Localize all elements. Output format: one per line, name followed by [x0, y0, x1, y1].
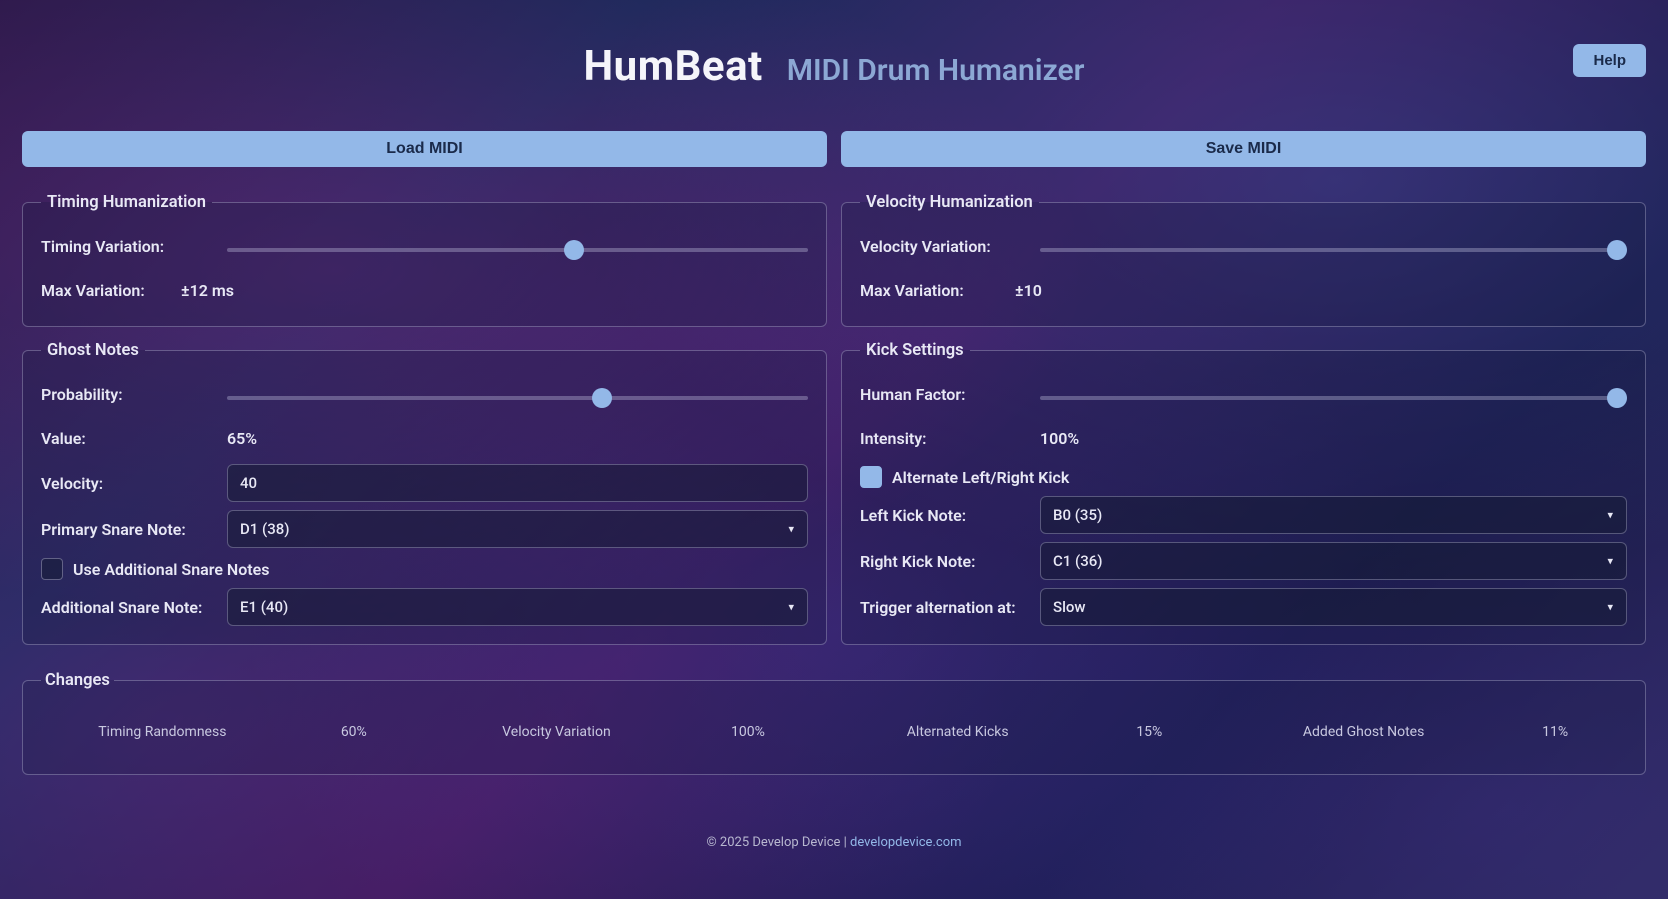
load-midi-button[interactable]: Load MIDI — [22, 131, 827, 167]
kick-alternate-checkbox[interactable] — [860, 466, 882, 488]
ghost-panel: Ghost Notes Probability: Value: 65% Velo… — [22, 341, 827, 645]
stat-value: 100% — [731, 724, 765, 740]
velocity-panel: Velocity Humanization Velocity Variation… — [841, 193, 1646, 327]
stat-label: Velocity Variation — [502, 724, 611, 740]
kick-legend: Kick Settings — [860, 341, 970, 360]
kick-human-label: Human Factor: — [860, 385, 1030, 404]
footer: © 2025 Develop Device | developdevice.co… — [22, 835, 1646, 850]
ghost-primary-label: Primary Snare Note: — [41, 520, 217, 539]
app-subtitle: MIDI Drum Humanizer — [787, 53, 1085, 88]
stat-label: Timing Randomness — [98, 724, 226, 740]
stat-kicks: Alternated Kicks 15% — [843, 724, 1226, 740]
ghost-probability-label: Probability: — [41, 385, 217, 404]
ghost-velocity-input[interactable] — [227, 464, 808, 502]
changes-legend: Changes — [41, 671, 114, 690]
ghost-value-label: Value: — [41, 429, 217, 448]
stat-value: 11% — [1542, 724, 1568, 740]
timing-max-value: ±12 ms — [181, 281, 234, 300]
ghost-additional-select[interactable]: E1 (40) — [227, 588, 808, 626]
ghost-probability-slider[interactable] — [227, 396, 808, 400]
timing-panel: Timing Humanization Timing Variation: Ma… — [22, 193, 827, 327]
footer-link[interactable]: developdevice.com — [850, 835, 961, 850]
velocity-variation-slider[interactable] — [1040, 248, 1627, 252]
kick-trigger-select[interactable]: Slow — [1040, 588, 1627, 626]
stat-timing: Timing Randomness 60% — [41, 724, 424, 740]
ghost-legend: Ghost Notes — [41, 341, 145, 360]
kick-panel: Kick Settings Human Factor: Intensity: 1… — [841, 341, 1646, 645]
ghost-primary-select[interactable]: D1 (38) — [227, 510, 808, 548]
stat-velocity: Velocity Variation 100% — [442, 724, 825, 740]
footer-copyright: © 2025 Develop Device | — [706, 835, 850, 850]
timing-legend: Timing Humanization — [41, 193, 212, 212]
kick-right-label: Right Kick Note: — [860, 552, 1030, 571]
kick-left-label: Left Kick Note: — [860, 506, 1030, 525]
kick-human-slider[interactable] — [1040, 396, 1627, 400]
timing-variation-slider[interactable] — [227, 248, 808, 252]
changes-panel: Changes Timing Randomness 60% Velocity V… — [22, 671, 1646, 775]
save-midi-button[interactable]: Save MIDI — [841, 131, 1646, 167]
ghost-value-value: 65% — [227, 429, 257, 448]
ghost-use-additional-label[interactable]: Use Additional Snare Notes — [73, 560, 270, 579]
velocity-variation-label: Velocity Variation: — [860, 237, 1030, 256]
stat-label: Alternated Kicks — [907, 724, 1009, 740]
velocity-max-value: ±10 — [1015, 281, 1042, 300]
app-title: HumBeat — [584, 42, 763, 91]
kick-trigger-label: Trigger alternation at: — [860, 598, 1030, 617]
kick-intensity-value: 100% — [1040, 429, 1079, 448]
kick-intensity-label: Intensity: — [860, 429, 1030, 448]
ghost-additional-label: Additional Snare Note: — [41, 598, 217, 617]
stat-label: Added Ghost Notes — [1303, 724, 1424, 740]
ghost-velocity-label: Velocity: — [41, 474, 217, 493]
header: HumBeat MIDI Drum Humanizer Help — [22, 22, 1646, 91]
velocity-max-label: Max Variation: — [860, 281, 1005, 300]
kick-right-select[interactable]: C1 (36) — [1040, 542, 1627, 580]
timing-max-label: Max Variation: — [41, 281, 171, 300]
velocity-legend: Velocity Humanization — [860, 193, 1039, 212]
kick-left-select[interactable]: B0 (35) — [1040, 496, 1627, 534]
stat-value: 15% — [1136, 724, 1162, 740]
stat-value: 60% — [341, 724, 367, 740]
ghost-use-additional-checkbox[interactable] — [41, 558, 63, 580]
timing-variation-label: Timing Variation: — [41, 237, 217, 256]
kick-alternate-label[interactable]: Alternate Left/Right Kick — [892, 468, 1069, 487]
stat-ghost: Added Ghost Notes 11% — [1244, 724, 1627, 740]
help-button[interactable]: Help — [1573, 44, 1646, 77]
